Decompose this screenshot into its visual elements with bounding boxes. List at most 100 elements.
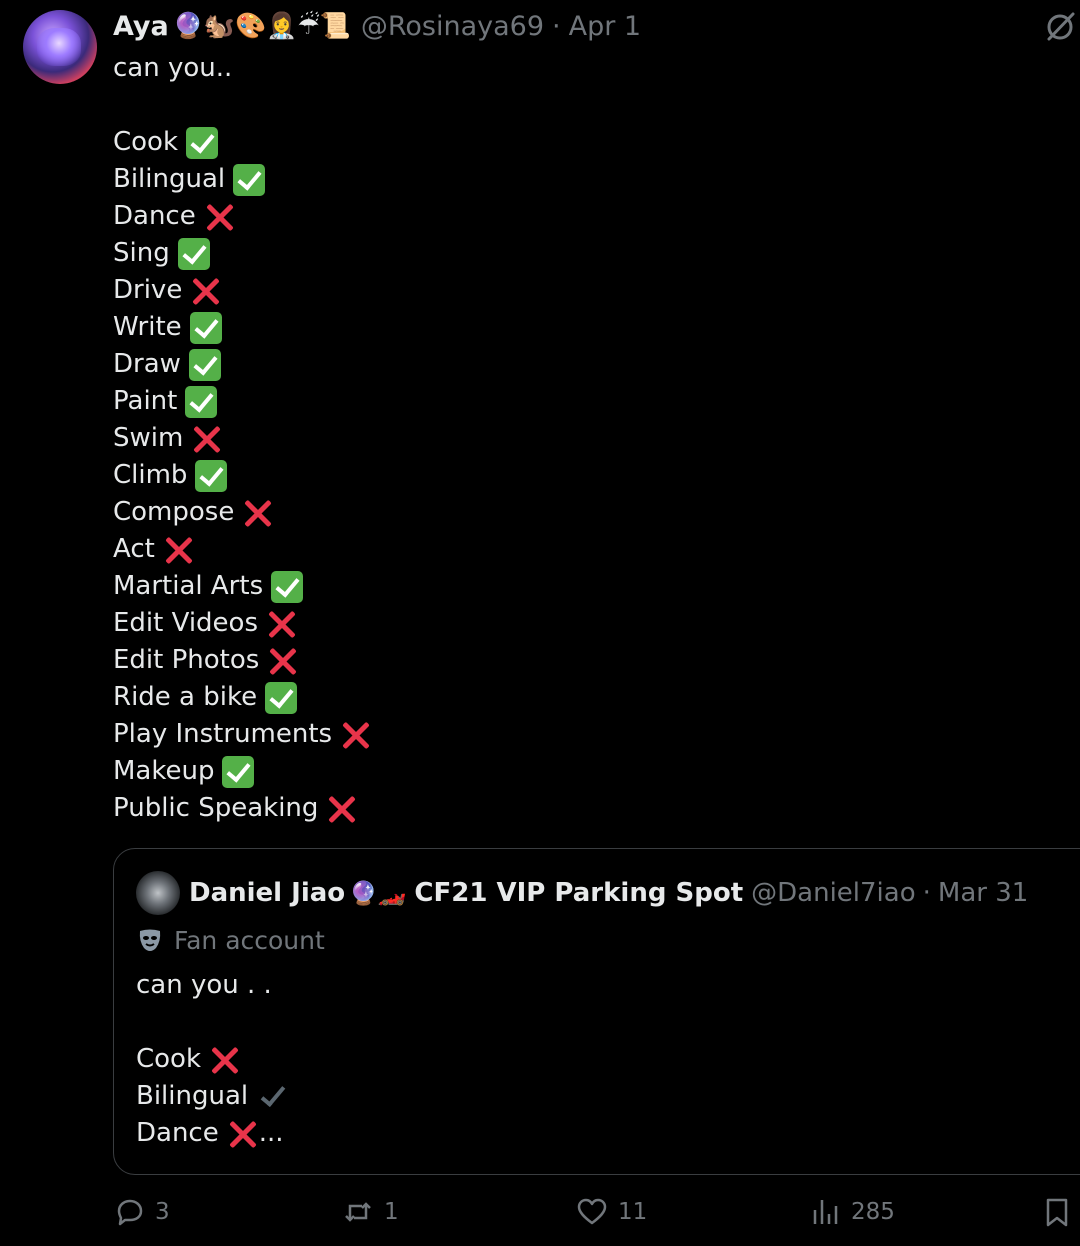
list-item-label: Cook <box>113 127 179 157</box>
list-item: Cook <box>113 124 372 161</box>
views-button[interactable]: 285 <box>809 1196 895 1228</box>
quoted-tweet-header: Daniel Jiao 🔮🏎️ CF21 VIP Parking Spot @D… <box>136 871 1028 915</box>
cross-mark-icon <box>267 645 299 677</box>
check-mark-icon <box>188 348 221 381</box>
quoted-author-avatar[interactable] <box>136 871 180 915</box>
mask-icon <box>139 929 161 951</box>
list-item: Drive <box>113 272 372 309</box>
list-item: Martial Arts <box>113 568 372 605</box>
list-item-label: Public Speaking <box>113 793 319 823</box>
quoted-tweet-text: can you . . Cook Bilingual Dance... <box>136 967 286 1152</box>
views-count: 285 <box>851 1199 895 1225</box>
quoted-author-handle[interactable]: @Daniel7iao <box>751 878 915 908</box>
list-item-label: Ride a bike <box>113 682 258 712</box>
author-display-name[interactable]: Aya <box>113 11 169 42</box>
reply-count: 3 <box>155 1199 170 1225</box>
list-item-label: Edit Photos <box>113 645 260 675</box>
list-item: Swim <box>113 420 372 457</box>
check-mark-icon <box>195 459 228 492</box>
cross-mark-icon <box>326 793 358 825</box>
list-item-label: Makeup <box>113 756 215 786</box>
list-item-label: Bilingual <box>113 164 226 194</box>
list-item: Act <box>113 531 372 568</box>
list-item: Paint <box>113 383 372 420</box>
separator-dot: · <box>552 10 561 42</box>
quoted-tweet-date[interactable]: Mar 31 <box>938 878 1028 908</box>
bar-chart-icon <box>813 1200 838 1224</box>
tweet-actions: 3 1 11 285 <box>113 1196 1080 1236</box>
check-mark-icon <box>222 755 255 788</box>
tweet-date[interactable]: Apr 1 <box>569 11 641 42</box>
fan-account-label: Fan account <box>136 926 325 955</box>
tweet-intro: can you.. <box>113 53 233 83</box>
tweet-text: can you.. Cook Bilingual Dance Sing Drive Wri… <box>113 50 372 827</box>
list-item-label: Drive <box>113 275 183 305</box>
list-item-label: Act <box>113 534 155 564</box>
ability-list: Cook Bilingual Dance Sing Drive Write Draw Pain… <box>113 124 372 827</box>
check-mark-icon <box>185 385 218 418</box>
list-item: Edit Videos <box>113 605 372 642</box>
bookmark-button[interactable] <box>1041 1196 1080 1228</box>
list-item-label: Write <box>113 312 182 342</box>
cross-mark-icon <box>191 423 223 455</box>
bookmark-icon <box>1046 1198 1068 1227</box>
list-item: Public Speaking <box>113 790 372 827</box>
cross-mark-icon <box>227 1118 259 1150</box>
quoted-ability-list: Cook Bilingual Dance... <box>136 1041 286 1152</box>
cross-mark-icon <box>209 1044 241 1076</box>
check-mark-icon <box>186 126 219 159</box>
repost-button[interactable]: 1 <box>342 1196 399 1228</box>
list-item: Bilingual <box>113 161 372 198</box>
like-button[interactable]: 11 <box>576 1196 647 1228</box>
list-item-label: Bilingual <box>136 1081 249 1111</box>
list-item-label: Edit Videos <box>113 608 259 638</box>
check-mark-icon <box>271 570 304 603</box>
cross-mark-icon <box>204 201 236 233</box>
list-item: Dance <box>113 198 372 235</box>
repost-arrows-icon <box>345 1202 371 1222</box>
slashed-circle-icon[interactable] <box>1044 10 1076 42</box>
repost-count: 1 <box>384 1199 399 1225</box>
list-item: Edit Photos <box>113 642 372 679</box>
list-item-label: Dance <box>113 201 196 231</box>
author-handle[interactable]: @Rosinaya69 <box>361 11 544 42</box>
list-item: Sing <box>113 235 372 272</box>
list-item-label: Cook <box>136 1044 202 1074</box>
tweet-header: Aya 🔮🐿️🎨👩‍⚕️☔📜 @Rosinaya69 · Apr 1 <box>113 8 641 44</box>
fan-account-text: Fan account <box>174 926 325 955</box>
cross-mark-icon <box>163 534 195 566</box>
quoted-separator-dot: · <box>922 878 931 908</box>
quoted-tweet[interactable]: Daniel Jiao 🔮🏎️ CF21 VIP Parking Spot @D… <box>113 848 1080 1175</box>
like-count: 11 <box>618 1199 648 1225</box>
cross-mark-icon <box>266 608 298 640</box>
list-item: Climb <box>113 457 372 494</box>
list-item: Draw <box>113 346 372 383</box>
cross-mark-icon <box>340 719 372 751</box>
cross-mark-icon <box>190 275 222 307</box>
list-item: Write <box>113 309 372 346</box>
list-item-label: Climb <box>113 460 188 490</box>
cross-mark-icon <box>242 497 274 529</box>
heavy-check-icon <box>256 1082 286 1112</box>
list-item-label: Dance <box>136 1118 219 1148</box>
list-item: Compose <box>113 494 372 531</box>
author-name-emojis: 🔮🐿️🎨👩‍⚕️☔📜 <box>172 11 351 40</box>
list-item-label: Swim <box>113 423 184 453</box>
check-mark-icon <box>189 311 222 344</box>
list-item: Bilingual <box>136 1078 286 1115</box>
check-mark-icon <box>177 237 210 270</box>
author-avatar[interactable] <box>23 10 97 84</box>
check-mark-icon <box>233 163 266 196</box>
list-item-label: Martial Arts <box>113 571 264 601</box>
list-item: Ride a bike <box>113 679 372 716</box>
list-item: Makeup <box>113 753 372 790</box>
list-item-label: Paint <box>113 386 178 416</box>
quoted-intro: can you . . <box>136 970 272 1000</box>
list-item-label: Compose <box>113 497 235 527</box>
list-item-suffix: ... <box>258 1118 284 1148</box>
list-item-label: Play Instruments <box>113 719 333 749</box>
quoted-author-display-name[interactable]: Daniel Jiao <box>189 878 345 908</box>
list-item: Play Instruments <box>113 716 372 753</box>
speech-bubble-icon <box>117 1199 143 1226</box>
reply-button[interactable]: 3 <box>113 1196 170 1228</box>
